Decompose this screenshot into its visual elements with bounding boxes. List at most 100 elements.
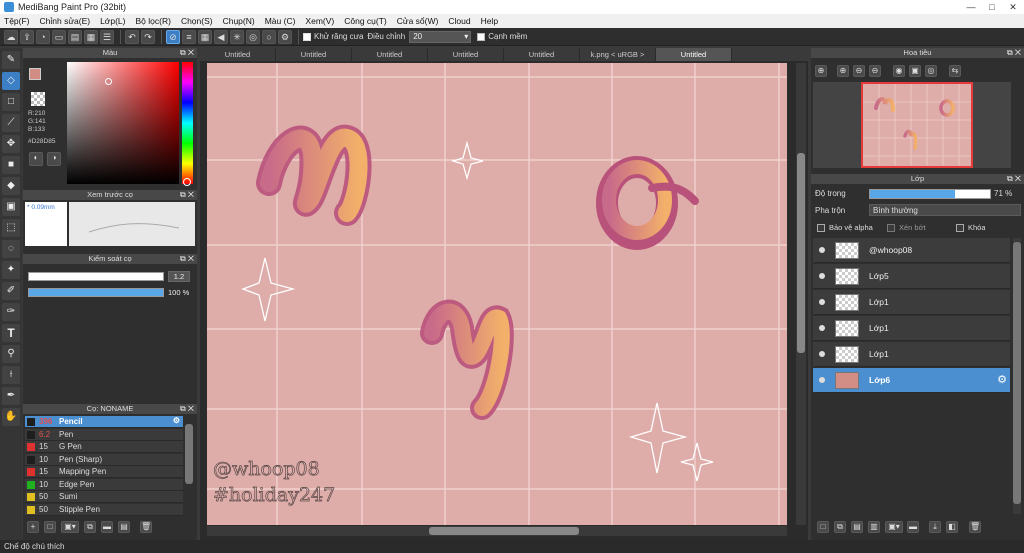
brush-folder-icon[interactable]: ▬ bbox=[101, 521, 113, 533]
menu-file[interactable]: Tệp(F) bbox=[4, 16, 30, 26]
menu-help[interactable]: Help bbox=[481, 16, 498, 26]
foreground-color-swatch[interactable] bbox=[29, 68, 41, 80]
menu-window[interactable]: Cửa sổ(W) bbox=[397, 16, 439, 26]
layer-mask-icon[interactable]: ◧ bbox=[946, 521, 958, 533]
panel-close-icon[interactable]: ⧉ ✕ bbox=[180, 404, 194, 414]
layer-row[interactable]: Lớp6 ⚙ bbox=[813, 368, 1010, 393]
menu-cloud[interactable]: Cloud bbox=[448, 16, 470, 26]
layer-visibility-icon[interactable] bbox=[819, 247, 825, 253]
export-icon[interactable]: ⇪ bbox=[20, 29, 34, 44]
zoom-out-small-icon[interactable]: ⊖ bbox=[869, 65, 881, 77]
select-pen-icon[interactable]: ✐ bbox=[2, 282, 20, 300]
snap-settings-icon[interactable]: ⚙ bbox=[278, 29, 292, 44]
flip-icon[interactable]: ⇆ bbox=[949, 65, 961, 77]
grid-view-icon[interactable]: ▦ bbox=[84, 29, 98, 44]
clipping-checkbox[interactable] bbox=[887, 224, 895, 232]
new-layer-icon[interactable]: □ bbox=[817, 521, 829, 533]
layer-visibility-icon[interactable] bbox=[819, 299, 825, 305]
brush-folder-menu-icon[interactable]: ▣▾ bbox=[61, 521, 79, 533]
list-icon[interactable]: ☰ bbox=[100, 29, 114, 44]
brush-opacity-slider[interactable] bbox=[28, 288, 164, 297]
cloud-icon[interactable]: ☁ bbox=[4, 29, 18, 44]
comment-icon[interactable]: ▭ bbox=[52, 29, 66, 44]
menu-edit[interactable]: Chỉnh sửa(E) bbox=[40, 16, 91, 26]
brush-size-slider[interactable] bbox=[28, 272, 164, 281]
menu-layer[interactable]: Lớp(L) bbox=[100, 16, 125, 26]
document-tab[interactable]: Untitled bbox=[200, 48, 276, 61]
brush-settings-icon[interactable]: ▤ bbox=[118, 521, 130, 533]
layer-visibility-icon[interactable] bbox=[819, 351, 825, 357]
zoom-out-icon[interactable]: ⊖ bbox=[853, 65, 865, 77]
transparent-color-swatch[interactable] bbox=[31, 92, 45, 106]
parallel-snap-icon[interactable]: ≡ bbox=[182, 29, 196, 44]
delete-layer-icon[interactable]: 🗑 bbox=[969, 521, 981, 533]
divide-tool-icon[interactable]: ⚲ bbox=[2, 345, 20, 363]
brush-settings-gear-icon[interactable]: ⚙ bbox=[173, 416, 180, 425]
color-picker-sv-square[interactable] bbox=[67, 62, 179, 184]
layer-row[interactable]: Lớp5 bbox=[813, 264, 1010, 289]
rotate-icon[interactable]: ◎ bbox=[925, 65, 937, 77]
panel-close-icon[interactable]: ⧉ ✕ bbox=[1007, 174, 1021, 184]
soft-edge-checkbox[interactable] bbox=[477, 32, 486, 41]
brush-item[interactable]: 15 G Pen bbox=[25, 441, 183, 453]
pen-tool-icon[interactable]: ✒ bbox=[2, 387, 20, 405]
new-1bit-layer-icon[interactable]: ▥ bbox=[868, 521, 880, 533]
panel-close-icon[interactable]: ⧉ ✕ bbox=[180, 48, 194, 58]
brush-item[interactable]: 10 Edge Pen bbox=[25, 478, 183, 491]
line-tool-icon[interactable]: ⟋ bbox=[2, 114, 20, 132]
document-tab[interactable]: k.png < uRGB > bbox=[580, 48, 656, 61]
document-tab-active[interactable]: Untitled bbox=[656, 48, 732, 61]
select-eraser-icon[interactable]: ✑ bbox=[2, 303, 20, 321]
menu-view[interactable]: Xem(V) bbox=[305, 16, 334, 26]
undo-icon[interactable]: ↶ bbox=[125, 29, 139, 44]
layer-row[interactable]: Lớp1 bbox=[813, 290, 1010, 315]
menu-color[interactable]: Màu (C) bbox=[265, 16, 296, 26]
blend-mode-select[interactable]: Bình thường bbox=[869, 204, 1021, 216]
select-tool-icon[interactable]: ⬚ bbox=[2, 219, 20, 237]
zoom-in-small-icon[interactable]: ⊕ bbox=[837, 65, 849, 77]
brush-item[interactable]: 50 Stipple Pen bbox=[25, 503, 183, 516]
minimize-button[interactable]: — bbox=[964, 1, 978, 13]
actual-size-icon[interactable]: ▣ bbox=[909, 65, 921, 77]
redo-icon[interactable]: ↷ bbox=[141, 29, 155, 44]
brush-tool-icon[interactable]: ✎ bbox=[2, 51, 20, 69]
document-tab[interactable]: Untitled bbox=[504, 48, 580, 61]
bucket-tool-icon[interactable]: ◆ bbox=[2, 177, 20, 195]
merge-down-icon[interactable]: ⤓ bbox=[929, 521, 941, 533]
page-icon[interactable]: ▤ bbox=[68, 29, 82, 44]
antialias-checkbox[interactable] bbox=[303, 32, 311, 41]
layer-visibility-icon[interactable] bbox=[819, 325, 825, 331]
eyedropper-icon[interactable]: ⟊ bbox=[2, 366, 20, 384]
horizontal-scroll-thumb[interactable] bbox=[429, 527, 579, 535]
concentric-snap-icon[interactable]: ◎ bbox=[246, 29, 260, 44]
panel-close-icon[interactable]: ⧉ ✕ bbox=[180, 190, 194, 200]
brush-item[interactable]: 6.2 Pen bbox=[25, 428, 183, 441]
layer-row[interactable]: @whoop08 bbox=[813, 238, 1010, 263]
brush-copy-icon[interactable]: ⧉ bbox=[84, 521, 96, 533]
navigator-preview[interactable] bbox=[861, 82, 973, 168]
zoom-in-icon[interactable]: ⊕ bbox=[815, 65, 827, 77]
layer-list-scrollbar[interactable] bbox=[1013, 238, 1021, 514]
brush-item[interactable]: 396 Pencil ⚙ bbox=[25, 416, 183, 428]
magic-wand-icon[interactable]: ✦ bbox=[2, 261, 20, 279]
maximize-button[interactable]: □ bbox=[985, 1, 999, 13]
new-8bit-layer-icon[interactable]: ▤ bbox=[851, 521, 863, 533]
layer-add-menu-icon[interactable]: ▣▾ bbox=[885, 521, 903, 533]
add-brush-icon[interactable]: + bbox=[27, 521, 39, 533]
color-palette-icon[interactable]: ◐ bbox=[29, 152, 43, 166]
menu-select[interactable]: Chọn(S) bbox=[181, 16, 213, 26]
layer-row[interactable]: Lớp1 bbox=[813, 316, 1010, 341]
delete-brush-icon[interactable]: 🗑 bbox=[140, 521, 152, 533]
brush-item[interactable]: 10 Pen (Sharp) bbox=[25, 453, 183, 466]
new-brush-icon[interactable]: □ bbox=[44, 521, 56, 533]
brush-item[interactable]: 15 Mapping Pen bbox=[25, 466, 183, 478]
eraser-tool-icon[interactable]: ◇ bbox=[2, 72, 20, 90]
drawing-canvas[interactable]: @whoop08 #holiday247 bbox=[207, 63, 787, 525]
lock-checkbox[interactable] bbox=[956, 224, 964, 232]
radial-snap-icon[interactable]: ✳ bbox=[230, 29, 244, 44]
gradient-tool-icon[interactable]: ▣ bbox=[2, 198, 20, 216]
adjust-select[interactable]: 20 bbox=[409, 30, 472, 43]
fit-window-icon[interactable]: ◉ bbox=[893, 65, 905, 77]
protect-alpha-checkbox[interactable] bbox=[817, 224, 825, 232]
move-tool-icon[interactable]: ✥ bbox=[2, 135, 20, 153]
